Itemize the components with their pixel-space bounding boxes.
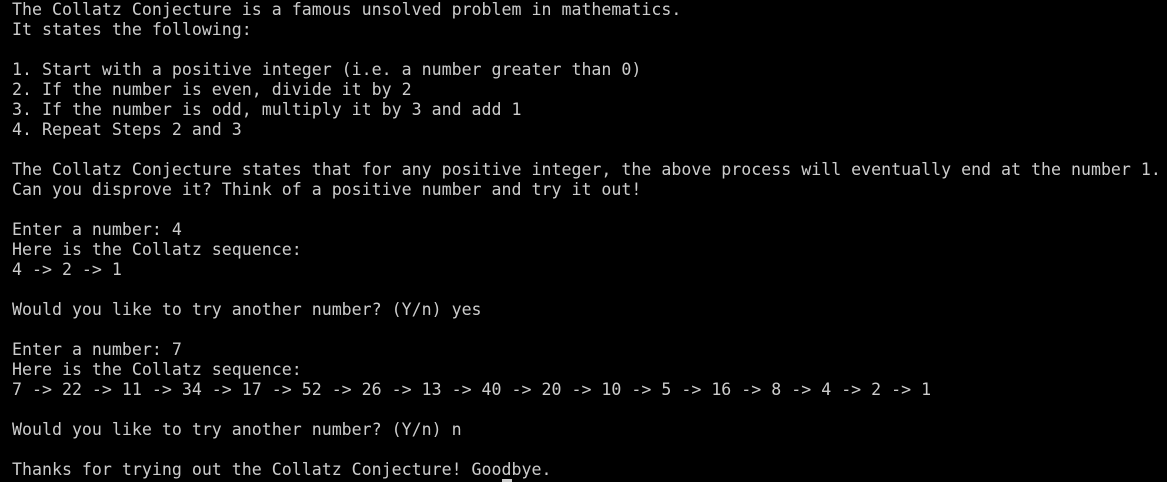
challenge-prompt: Can you disprove it? Think of a positive… — [12, 180, 642, 199]
retry-prompt-1: Would you like to try another number? (Y… — [12, 300, 482, 319]
rule-step-4: 4. Repeat Steps 2 and 3 — [12, 120, 242, 139]
retry-prompt-2: Would you like to try another number? (Y… — [12, 420, 462, 439]
sequence-header-2: Here is the Collatz sequence: — [12, 360, 302, 379]
sequence-header-1: Here is the Collatz sequence: — [12, 240, 302, 259]
goodbye-message: Thanks for trying out the Collatz Conjec… — [12, 460, 552, 479]
intro-line-1: The Collatz Conjecture is a famous unsol… — [12, 0, 682, 19]
rule-step-2: 2. If the number is even, divide it by 2 — [12, 80, 412, 99]
sequence-output-2: 7 -> 22 -> 11 -> 34 -> 17 -> 52 -> 26 ->… — [12, 380, 932, 399]
sequence-output-1: 4 -> 2 -> 1 — [12, 260, 122, 279]
rule-step-1: 1. Start with a positive integer (i.e. a… — [12, 60, 642, 79]
input-prompt-2: Enter a number: 7 — [12, 340, 182, 359]
rule-step-3: 3. If the number is odd, multiply it by … — [12, 100, 522, 119]
conjecture-statement: The Collatz Conjecture states that for a… — [12, 160, 1161, 179]
terminal-window[interactable]: The Collatz Conjecture is a famous unsol… — [0, 0, 1167, 482]
input-prompt-1: Enter a number: 4 — [12, 220, 182, 239]
intro-line-2: It states the following: — [12, 20, 252, 39]
